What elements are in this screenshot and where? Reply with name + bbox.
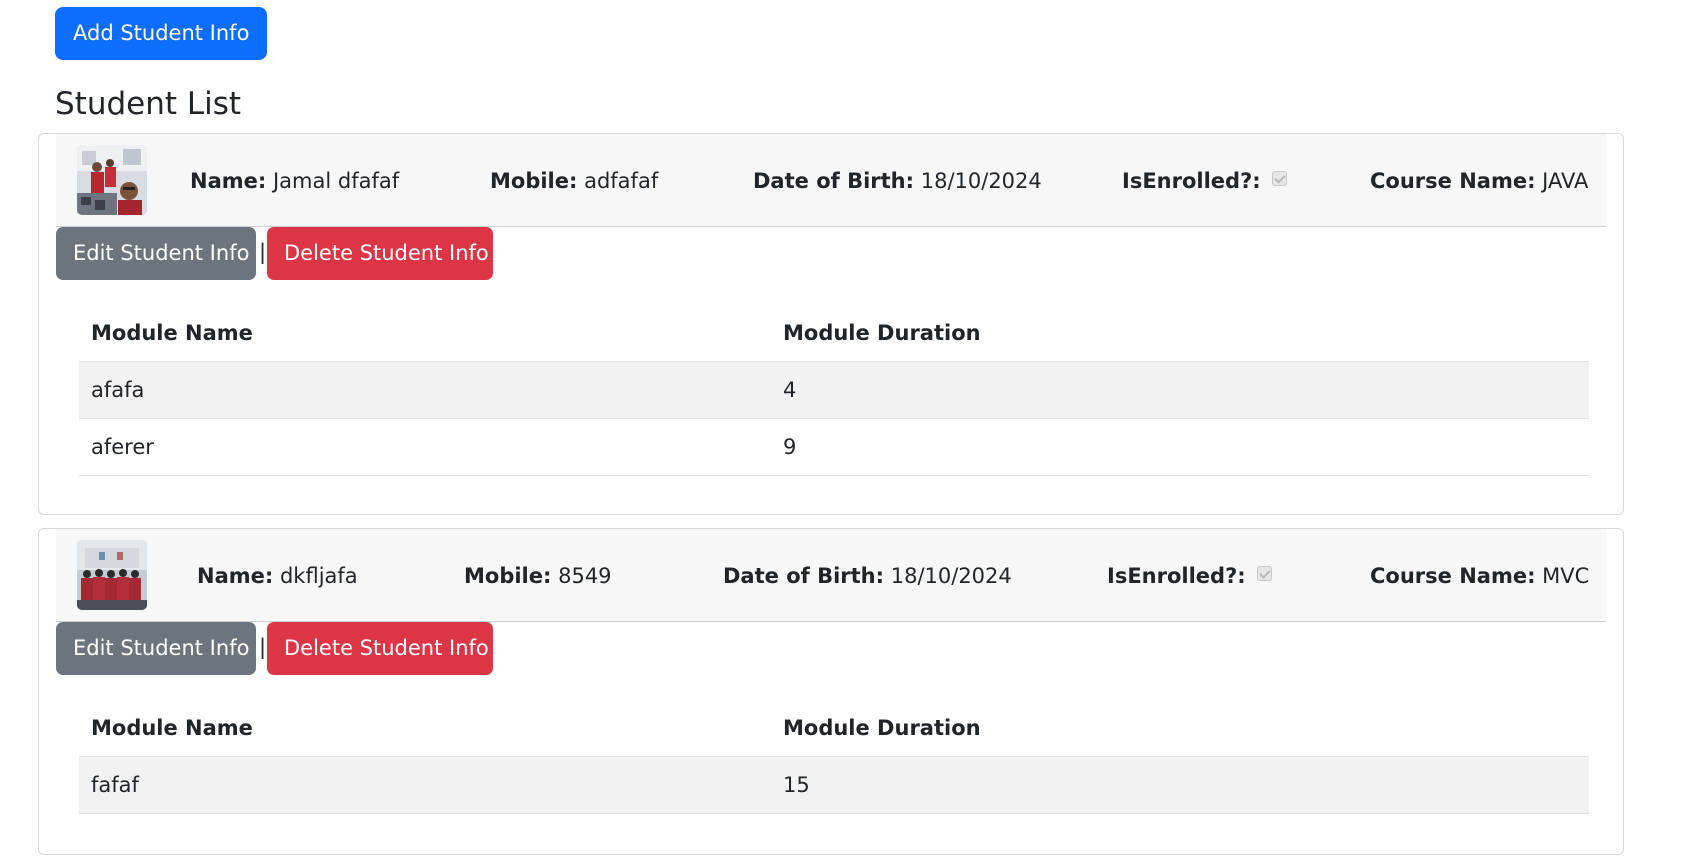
module-table-header: Module Name Module Duration [79,304,1589,362]
student-photo-image [77,540,147,610]
name-value: Jamal dfafaf [272,169,400,193]
student-course: Course Name: MVC [1370,563,1589,589]
student-photo [77,145,147,215]
name-label: Name: [197,564,274,588]
mobile-value: 8549 [558,564,612,588]
student-enrolled: IsEnrolled?: [1107,563,1273,589]
table-row: afafa 4 [79,361,1589,419]
page-title: Student List [55,86,242,122]
dob-label: Date of Birth: [753,169,915,193]
course-label: Course Name: [1370,169,1536,193]
table-row: fafaf 15 [79,756,1589,814]
module-table: Module Name Module Duration fafaf 15 [79,699,1589,814]
course-value: JAVA [1542,169,1589,193]
student-dob: Date of Birth: 18/10/2024 [723,563,1012,589]
name-label: Name: [190,169,267,193]
dob-value: 18/10/2024 [890,564,1012,588]
action-separator: | [259,635,267,659]
add-student-button[interactable]: Add Student Info [55,7,268,60]
mobile-label: Mobile: [490,169,578,193]
dob-label: Date of Birth: [723,564,885,588]
module-name-cell: aferer [79,418,771,476]
student-mobile: Mobile: adfafaf [490,168,658,194]
edit-student-button[interactable]: Edit Student Info [56,227,256,280]
module-duration-header: Module Duration [771,304,1589,362]
module-name-cell: afafa [79,361,771,419]
module-duration-cell: 15 [771,756,1589,814]
student-enrolled: IsEnrolled?: [1122,168,1288,194]
name-value: dkfljafa [279,564,358,588]
dob-value: 18/10/2024 [920,169,1042,193]
student-card-header: Name: dkfljafa Mobile: 8549 Date of Birt… [56,529,1606,622]
action-separator: | [259,240,267,264]
delete-student-button[interactable]: Delete Student Info [267,622,493,675]
student-dob: Date of Birth: 18/10/2024 [753,168,1042,194]
course-value: MVC [1542,564,1590,588]
module-table: Module Name Module Duration afafa 4 afer… [79,304,1589,476]
student-card-header: Name: Jamal dfafaf Mobile: adfafaf Date … [56,134,1606,227]
student-card: Name: dkfljafa Mobile: 8549 Date of Birt… [38,528,1624,855]
module-name-cell: fafaf [79,756,771,814]
enrolled-label: IsEnrolled?: [1122,169,1261,193]
student-course: Course Name: JAVA [1370,168,1588,194]
student-name: Name: dkfljafa [197,563,358,589]
enrolled-checkbox [1257,566,1273,581]
mobile-label: Mobile: [464,564,552,588]
module-duration-header: Module Duration [771,699,1589,757]
student-photo [77,540,147,610]
student-card: Name: Jamal dfafaf Mobile: adfafaf Date … [38,133,1624,515]
student-photo-image [77,145,147,215]
mobile-value: adfafaf [584,169,659,193]
module-name-header: Module Name [79,699,771,757]
module-duration-cell: 4 [771,361,1589,419]
course-label: Course Name: [1370,564,1536,588]
module-name-header: Module Name [79,304,771,362]
module-table-header: Module Name Module Duration [79,699,1589,757]
student-mobile: Mobile: 8549 [464,563,612,589]
enrolled-checkbox [1272,171,1288,186]
table-row: aferer 9 [79,418,1589,476]
module-duration-cell: 9 [771,418,1589,476]
enrolled-label: IsEnrolled?: [1107,564,1246,588]
edit-student-button[interactable]: Edit Student Info [56,622,256,675]
delete-student-button[interactable]: Delete Student Info [267,227,493,280]
student-name: Name: Jamal dfafaf [190,168,399,194]
